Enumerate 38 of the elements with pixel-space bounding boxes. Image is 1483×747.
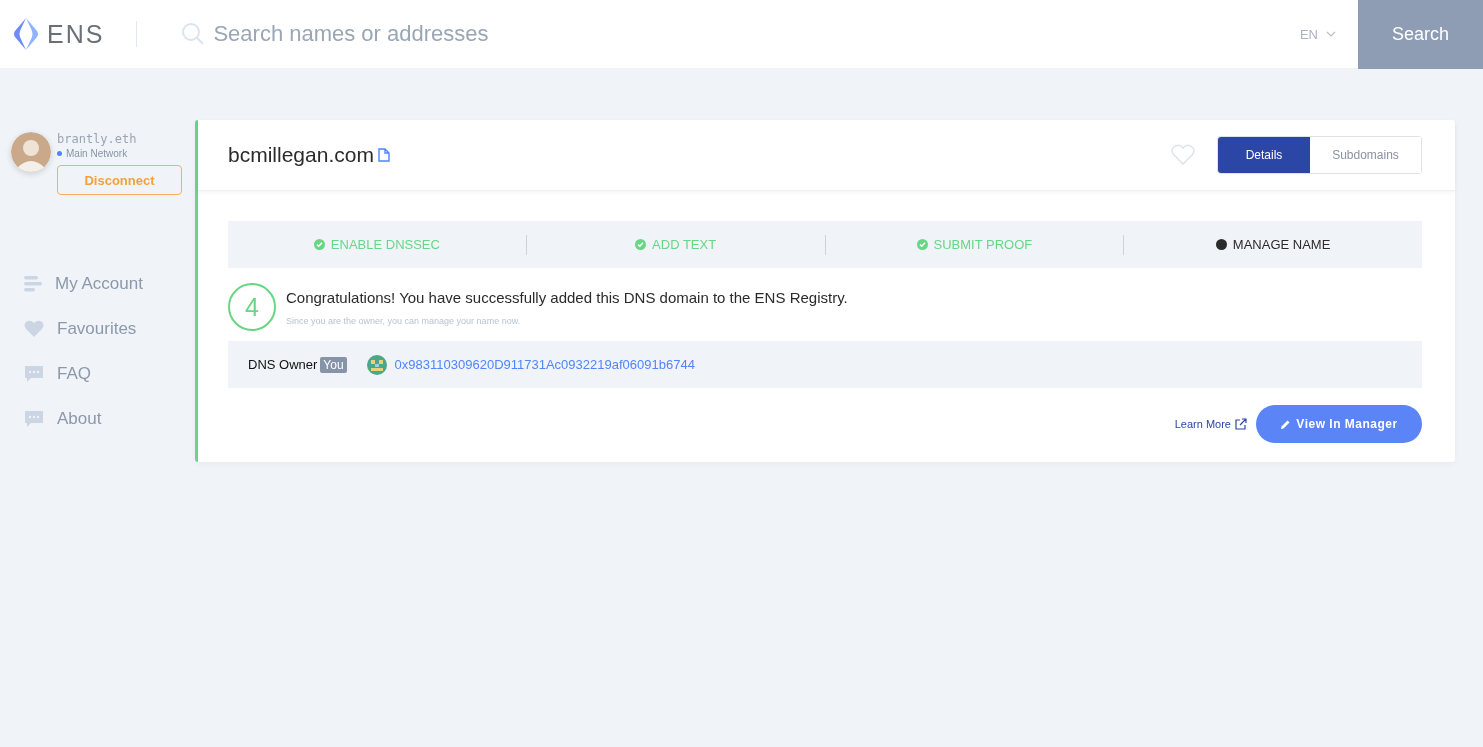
network-name: Main Network [66, 148, 128, 159]
domain-name: bcmillegan.com [228, 143, 374, 167]
nav-item[interactable]: FAQ [24, 363, 195, 384]
logo-text: ENS [47, 19, 105, 49]
pencil-icon [1280, 418, 1292, 430]
external-link-icon [1235, 418, 1247, 430]
learn-more-link[interactable]: Learn More [1174, 418, 1247, 430]
nav-item[interactable]: About [24, 408, 195, 429]
language-selector[interactable]: EN [1293, 25, 1342, 43]
chevron-down-icon [1326, 31, 1336, 37]
note-text: Since you are the owner, you can manage your name now. [286, 315, 522, 326]
identicon-icon [366, 354, 387, 375]
network-dot-icon [57, 151, 62, 156]
view-in-manager-button[interactable]: View In Manager [1256, 405, 1422, 443]
success-message: Congratulations! You have successfully added this DNS domain to the ENS Registry. [286, 288, 848, 306]
search-field[interactable]: Search names or addresses [211, 20, 716, 48]
avatar-icon [11, 132, 51, 172]
nav-item[interactable]: My Account [24, 273, 195, 294]
account-name: brantly.eth [57, 132, 138, 146]
chat-icon [24, 409, 44, 428]
owner-label: DNS Owner [248, 357, 318, 372]
copy-icon[interactable] [377, 148, 390, 162]
disconnect-button[interactable]: Disconnect [57, 165, 182, 195]
step-label: MANAGE NAME [1232, 237, 1331, 252]
search-icon [181, 22, 206, 46]
step-number: 4 [228, 283, 276, 331]
nav-item[interactable]: Favourites [24, 318, 195, 339]
heart-icon [24, 319, 44, 338]
search-button[interactable]: Search [1358, 0, 1483, 69]
step-label: ADD TEXT [652, 237, 717, 252]
step-label: SUBMIT PROOF [933, 237, 1033, 252]
logo-icon [11, 17, 41, 51]
step-label: ENABLE DNSSEC [330, 237, 440, 252]
address-link[interactable]: 0x983110309620D911731Ac0932219af06091b6744 [394, 357, 695, 372]
chat-icon [24, 364, 44, 383]
list-icon [24, 275, 42, 292]
tab[interactable]: Details [1218, 137, 1310, 173]
you-badge: You [320, 356, 347, 373]
